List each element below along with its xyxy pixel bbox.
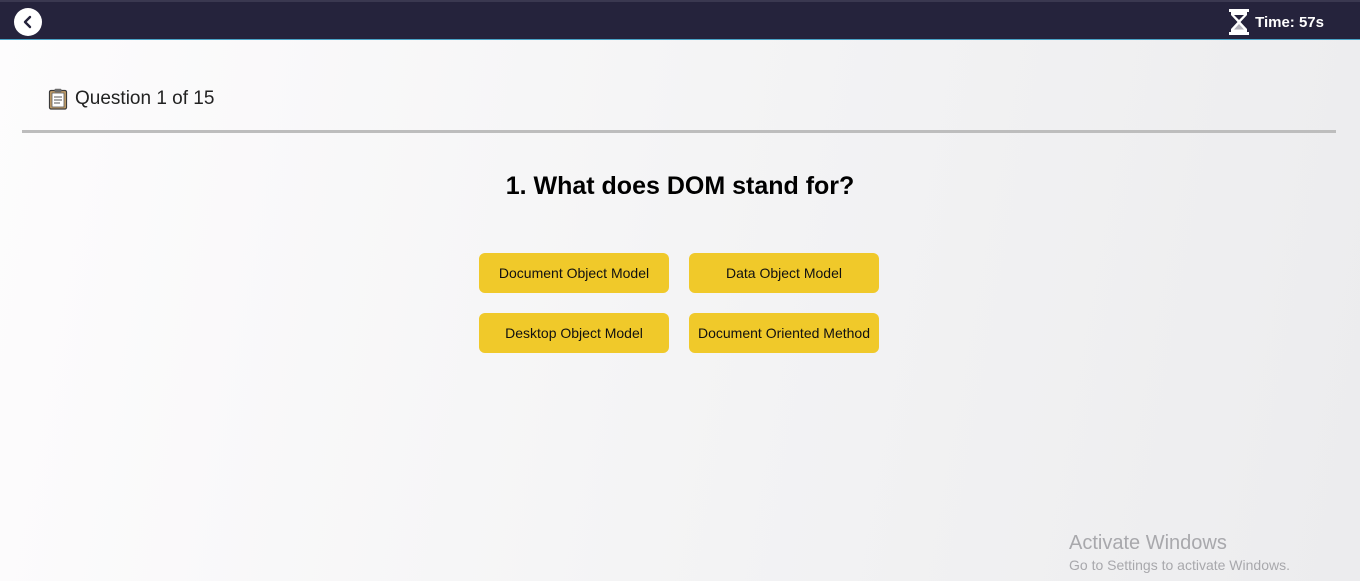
top-bar: Time: 57s: [0, 0, 1360, 40]
back-button[interactable]: [14, 8, 42, 36]
question-header: Question 1 of 15: [48, 88, 214, 110]
option-button-4[interactable]: Document Oriented Method: [689, 313, 879, 353]
watermark-title: Activate Windows: [1069, 532, 1227, 554]
option-button-1[interactable]: Document Object Model: [479, 253, 669, 293]
option-button-3[interactable]: Desktop Object Model: [479, 313, 669, 353]
watermark-subtitle: Go to Settings to activate Windows.: [1069, 557, 1290, 573]
hourglass-icon: [1229, 9, 1250, 35]
activation-watermark: Activate Windows Go to Settings to activ…: [1069, 532, 1290, 573]
clipboard-icon: [48, 88, 68, 110]
chevron-left-icon: [23, 15, 32, 29]
option-button-2[interactable]: Data Object Model: [689, 253, 879, 293]
timer-text: Time: 57s: [1255, 13, 1324, 31]
answer-options: Document Object Model Data Object Model …: [479, 253, 879, 353]
timer: Time: 57s: [1228, 9, 1324, 35]
divider: [22, 130, 1336, 133]
question-title: 1. What does DOM stand for?: [505, 172, 855, 200]
question-counter: Question 1 of 15: [75, 88, 215, 109]
